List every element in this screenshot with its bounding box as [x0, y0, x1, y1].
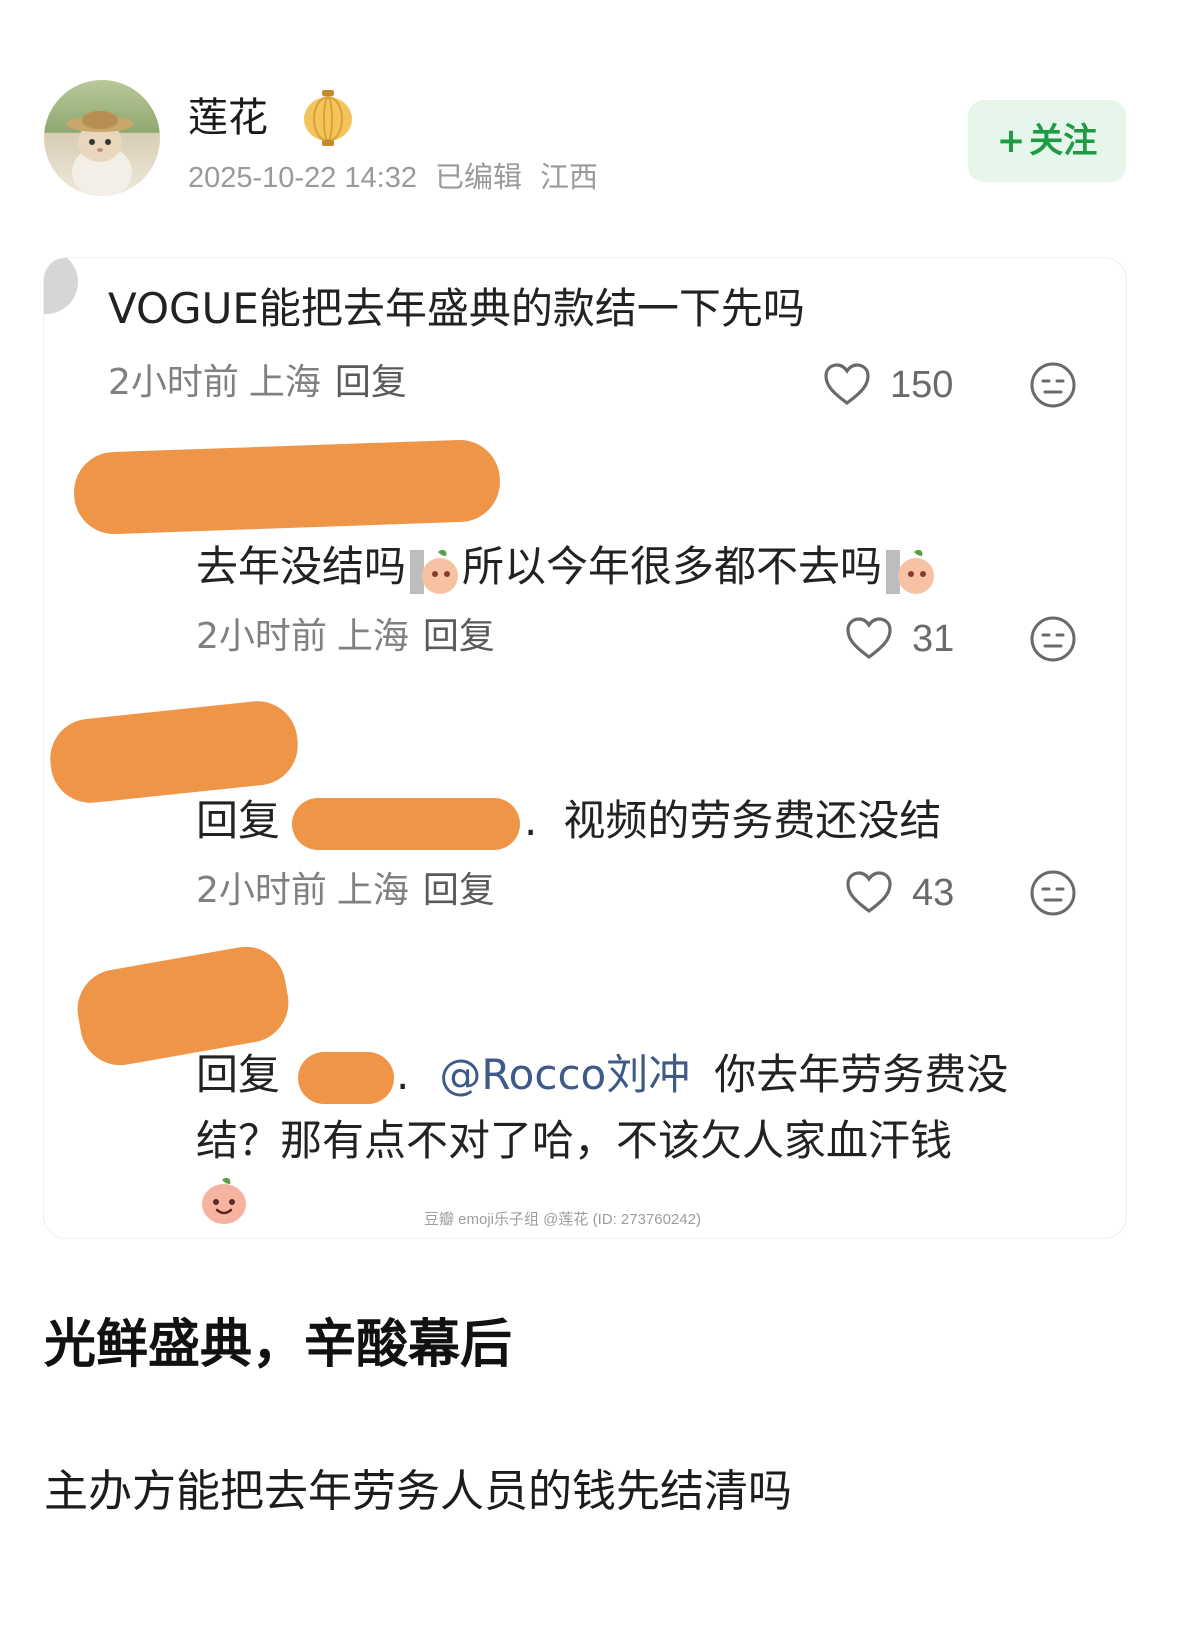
comment-4-line1: 回复. @Rocco刘冲 你去年劳务费没 [196, 1044, 1008, 1106]
comment-3-meta: 2小时前 上海 回复 [196, 868, 495, 914]
follow-label: 关注 [1029, 121, 1098, 161]
comment-3-dot: . [524, 796, 538, 845]
post-header: 莲花 2025-10-22 14:32 已编辑 江西 + 关注 [0, 0, 1179, 240]
redacted-username [72, 438, 502, 536]
comment-2-text-part1: 去年没结吗 [196, 542, 407, 591]
emoji-reaction-icon[interactable] [1028, 360, 1078, 410]
post-body-text: 主办方能把去年劳务人员的钱先结清吗 [44, 1466, 792, 1517]
comment-2-location: 上海 [336, 616, 409, 657]
follow-button[interactable]: + 关注 [968, 100, 1126, 182]
comment-2-reply-button[interactable]: 回复 [423, 616, 495, 657]
comment-2-text: 去年没结吗 所以今年很多都不去吗 [196, 536, 938, 598]
comment-4-text-line1: 你去年劳务费没 [714, 1050, 1009, 1099]
post-location: 江西 [540, 162, 599, 194]
lantern-icon [300, 88, 356, 148]
comment-3-time: 2小时前 [196, 870, 327, 911]
author-avatar[interactable] [44, 80, 160, 196]
comment-3-reply-prefix: 回复 [196, 796, 281, 845]
heart-icon [846, 617, 892, 659]
comment-4-mention-link[interactable]: @Rocco刘冲 [439, 1050, 690, 1099]
comment-1-like-button[interactable]: 150 [822, 360, 962, 410]
comment-1-reply-button[interactable]: 回复 [335, 362, 407, 403]
comment-3-like-button[interactable]: 43 [844, 868, 964, 918]
comment-4-dot: . [396, 1050, 410, 1099]
heart-icon [824, 363, 870, 405]
comment-2-like-count: 31 [912, 618, 955, 660]
comment-1-meta: 2小时前 上海 回复 [108, 360, 407, 406]
comment-4-text-line2: 结？那有点不对了哈，不该欠人家血汗钱 [196, 1116, 953, 1165]
comment-1-location: 上海 [248, 362, 321, 403]
emoji-reaction-icon[interactable] [1028, 868, 1078, 918]
comment-3-location: 上海 [336, 870, 409, 911]
redacted-mention [292, 797, 521, 850]
author-name[interactable]: 莲花 [188, 92, 268, 144]
peach-smile-emoji-icon [202, 1177, 246, 1224]
comment-3-text: 回复. 视频的劳务费还没结 [196, 790, 941, 852]
peach-peek-emoji-icon [886, 549, 935, 594]
comment-3-like-count: 43 [912, 872, 955, 914]
comment-2-time: 2小时前 [196, 616, 327, 657]
emoji-reaction-icon[interactable] [1028, 614, 1078, 664]
post-meta: 2025-10-22 14:32 已编辑 江西 [188, 158, 616, 198]
post-title: 光鲜盛典，辛酸幕后 [44, 1315, 513, 1375]
redacted-mention [298, 1051, 395, 1104]
plus-icon: + [996, 121, 1026, 161]
post-edited-label: 已编辑 [434, 162, 522, 194]
comment-2-text-part2: 所以今年很多都不去吗 [462, 542, 883, 591]
comment-screenshot-card: VOGUE能把去年盛典的款结一下先吗 2小时前 上海 回复 150 去年没结吗 所以… [44, 258, 1126, 1238]
commenter-avatar [44, 258, 78, 314]
peach-peek-emoji-icon [410, 549, 459, 594]
comment-2-meta: 2小时前 上海 回复 [196, 614, 495, 660]
cat-avatar-icon [66, 111, 134, 196]
post-date: 2025-10-22 14:32 [188, 162, 417, 194]
comment-1-time: 2小时前 [108, 362, 239, 403]
comment-1-like-count: 150 [890, 364, 954, 406]
heart-icon [846, 871, 892, 913]
douban-watermark: 豆瓣 emoji乐子组 @莲花 (ID: 273760242) [424, 1211, 701, 1228]
comment-4-reply-prefix: 回复 [196, 1050, 281, 1099]
comment-3-reply-button[interactable]: 回复 [423, 870, 495, 911]
comment-1-text: VOGUE能把去年盛典的款结一下先吗 [108, 284, 805, 333]
comment-3-body: 视频的劳务费还没结 [563, 796, 942, 845]
comment-2-like-button[interactable]: 31 [844, 614, 964, 664]
